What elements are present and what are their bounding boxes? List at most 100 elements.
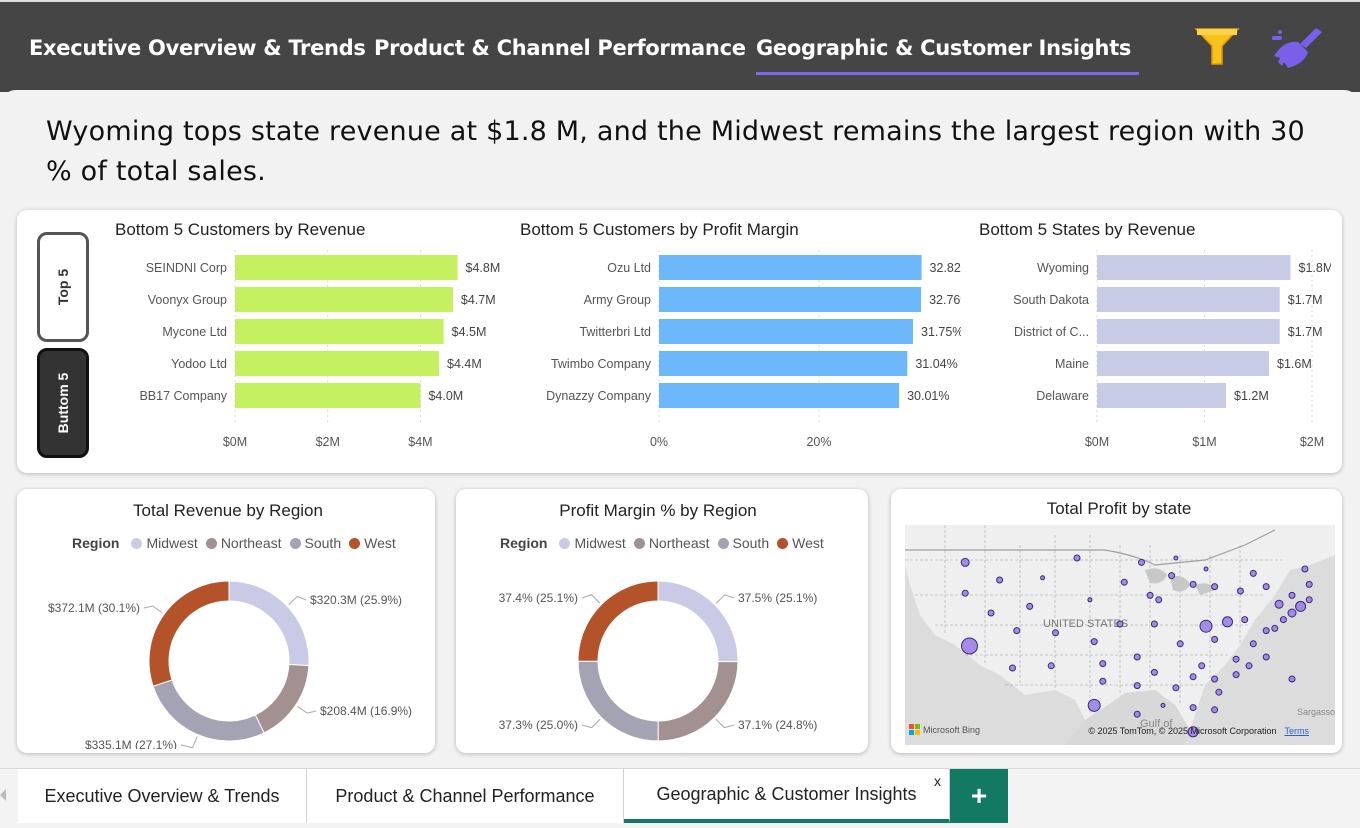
map-bubble[interactable]	[1150, 620, 1158, 628]
bar[interactable]	[659, 255, 922, 280]
bar[interactable]	[659, 351, 908, 376]
donut-slice[interactable]	[657, 660, 739, 742]
map-bubble[interactable]	[1073, 554, 1081, 562]
nav-tab-geographic-customer[interactable]: Geographic & Customer Insights	[756, 36, 1140, 75]
map-bubble[interactable]	[1120, 578, 1128, 586]
bar[interactable]	[1097, 351, 1269, 376]
donut-slice[interactable]	[228, 580, 310, 667]
map-bubble[interactable]	[1189, 704, 1197, 712]
map-bubble[interactable]	[1150, 668, 1158, 676]
map-bubble[interactable]	[1173, 555, 1179, 561]
bar[interactable]	[235, 383, 421, 408]
map-bubble[interactable]	[1222, 616, 1233, 628]
map-bubble[interactable]	[1211, 675, 1219, 683]
bar[interactable]	[659, 287, 922, 312]
map-bubble[interactable]	[1295, 600, 1307, 612]
bar[interactable]	[235, 255, 458, 280]
page-tab-executive-overview[interactable]: Executive Overview & Trends	[18, 769, 307, 823]
map-bubble[interactable]	[1116, 620, 1124, 628]
map-bubble[interactable]	[1040, 575, 1046, 581]
map-bubble[interactable]	[1245, 662, 1253, 670]
map-bubble[interactable]	[961, 637, 978, 655]
map-bubble[interactable]	[1203, 566, 1209, 572]
map-bubble[interactable]	[1271, 624, 1279, 632]
map-bubble[interactable]	[1211, 635, 1219, 643]
top5-toggle-button[interactable]: Top 5	[37, 232, 89, 342]
map-bubble[interactable]	[1189, 673, 1197, 681]
map-bubble[interactable]	[1160, 702, 1166, 708]
map-bubble[interactable]	[1189, 580, 1197, 588]
map-bubble[interactable]	[1211, 706, 1219, 714]
map-bubble[interactable]	[1262, 627, 1270, 635]
bar[interactable]	[235, 351, 439, 376]
map-bubble[interactable]	[1305, 580, 1313, 588]
scroll-left-icon[interactable]	[0, 789, 6, 801]
map-bubble[interactable]	[1236, 587, 1244, 595]
map-bubble[interactable]	[1026, 602, 1034, 610]
map-bubble[interactable]	[1133, 710, 1141, 718]
map-bubble[interactable]	[1215, 688, 1223, 696]
map-bubble[interactable]	[1133, 653, 1141, 661]
bar[interactable]	[659, 319, 913, 344]
map-bubble[interactable]	[1232, 671, 1240, 679]
donut-slice[interactable]	[148, 580, 230, 687]
map-bubble[interactable]	[1211, 583, 1219, 591]
map-bubble[interactable]	[1133, 682, 1141, 690]
map-bubble[interactable]	[1087, 698, 1101, 712]
donut-slice[interactable]	[657, 580, 739, 663]
map-bubble[interactable]	[1274, 599, 1284, 609]
map-bubble[interactable]	[1087, 597, 1093, 603]
map-bubble[interactable]	[1052, 629, 1059, 637]
map-bubble[interactable]	[1287, 608, 1297, 618]
map-bubble[interactable]	[1262, 583, 1270, 591]
map-bubble[interactable]	[1249, 569, 1257, 577]
map-bubble[interactable]	[1198, 662, 1206, 670]
map-bubble[interactable]	[1176, 640, 1184, 648]
map-bubble[interactable]	[960, 557, 970, 567]
map-bubble[interactable]	[1090, 638, 1098, 646]
map-bubble[interactable]	[961, 589, 969, 597]
us-map[interactable]: UNITED STATES Gulf of Sargasso Microsoft…	[905, 525, 1335, 745]
donut-slice[interactable]	[152, 679, 265, 742]
filter-icon[interactable]	[1192, 26, 1242, 70]
broom-icon[interactable]	[1270, 26, 1322, 70]
map-bubble[interactable]	[1305, 596, 1313, 604]
bar[interactable]	[1097, 383, 1226, 408]
donut-slice[interactable]	[577, 580, 659, 662]
map-bubble[interactable]	[1146, 591, 1154, 599]
map-bubble[interactable]	[1168, 572, 1176, 580]
map-bubble[interactable]	[1262, 653, 1270, 661]
map-bubble[interactable]	[1288, 591, 1296, 599]
map-bubble[interactable]	[996, 576, 1004, 584]
bar[interactable]	[1097, 319, 1280, 344]
bar[interactable]	[235, 319, 444, 344]
map-bubble[interactable]	[1009, 664, 1016, 672]
map-bubble[interactable]	[1155, 596, 1163, 604]
map-bubble[interactable]	[1013, 627, 1021, 635]
donut-slice[interactable]	[577, 660, 659, 742]
nav-tab-executive-overview[interactable]: Executive Overview & Trends	[29, 36, 366, 60]
bar[interactable]	[235, 287, 453, 312]
bottom5-toggle-button[interactable]: Buttom 5	[37, 348, 89, 458]
bar[interactable]	[1097, 255, 1291, 280]
map-bubble[interactable]	[1099, 660, 1107, 668]
map-bubble[interactable]	[1241, 616, 1249, 624]
close-tab-button[interactable]: x	[934, 773, 941, 789]
map-bubble[interactable]	[1249, 640, 1257, 648]
donut-slice[interactable]	[254, 663, 310, 734]
add-page-button[interactable]: +	[950, 769, 1008, 823]
bar[interactable]	[659, 383, 900, 408]
map-bubble[interactable]	[1232, 655, 1240, 663]
page-tab-geographic-customer[interactable]: Geographic & Customer Insights	[624, 769, 950, 823]
map-bubble[interactable]	[1279, 616, 1287, 624]
map-bubble[interactable]	[987, 609, 995, 617]
map-bubble[interactable]	[1099, 677, 1107, 685]
map-bubble[interactable]	[1047, 662, 1055, 670]
map-bubble[interactable]	[1138, 558, 1145, 566]
page-tab-product-channel[interactable]: Product & Channel Performance	[307, 769, 624, 823]
map-bubble[interactable]	[1301, 565, 1309, 573]
nav-tab-product-channel[interactable]: Product & Channel Performance	[374, 36, 746, 60]
map-bubble[interactable]	[1199, 619, 1213, 633]
bar[interactable]	[1097, 287, 1280, 312]
map-bubble[interactable]	[1288, 675, 1296, 683]
